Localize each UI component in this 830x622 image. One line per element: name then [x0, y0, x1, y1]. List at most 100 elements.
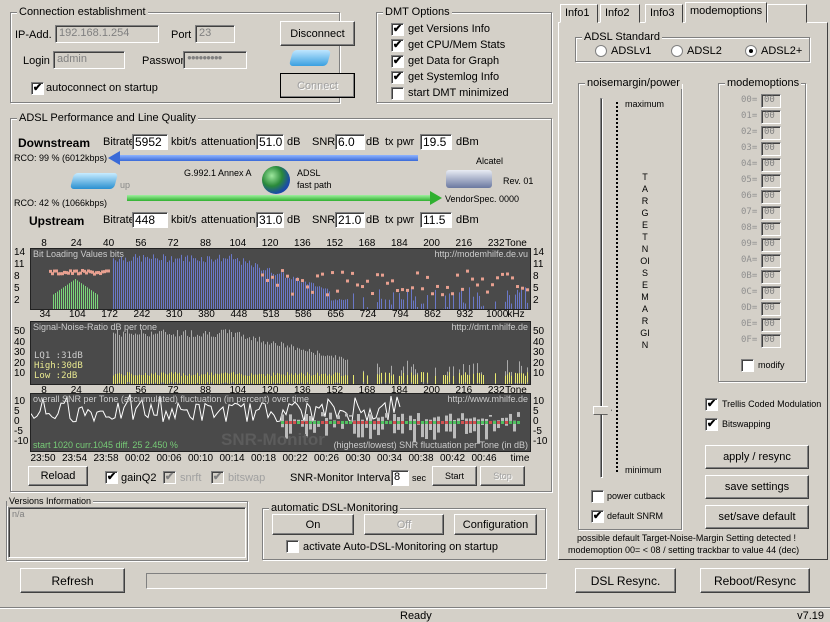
stop-button[interactable]: Stop [480, 466, 525, 486]
trellis-checkbox[interactable]: ✔ [705, 398, 718, 411]
ip-input[interactable]: 192.168.1.254 [55, 25, 159, 43]
adsl-standard-radio[interactable] [671, 45, 683, 57]
disconnect-button[interactable]: Disconnect [280, 21, 355, 46]
snr-low-bar [307, 372, 308, 383]
gainq2-checkbox[interactable]: ✔ [105, 471, 118, 484]
dmt-option-checkbox[interactable]: ✔ [391, 39, 404, 52]
autoconnect-checkbox[interactable]: ✔ [31, 82, 44, 95]
bit-bar-downstream [525, 287, 526, 348]
modemoption-label: 02= [741, 127, 758, 137]
modemoption-input[interactable]: 00 [761, 174, 781, 188]
bit-bar-upstream [65, 286, 66, 346]
snr-low-bar [283, 374, 284, 385]
modemoption-input[interactable]: 00 [761, 110, 781, 124]
snr-low-bar [337, 372, 338, 383]
bit-bar-downstream [229, 255, 230, 316]
default-snrm-checkbox[interactable]: ✔ [591, 510, 604, 523]
modemoption-input[interactable]: 00 [761, 318, 781, 332]
bit-bar-downstream [153, 254, 154, 315]
versions-textarea[interactable]: n/a [8, 507, 246, 558]
bit-marker [79, 271, 82, 275]
modemoption-input[interactable]: 00 [761, 286, 781, 300]
bit-bar-downstream [363, 297, 364, 358]
modemoption-label: 06= [741, 191, 758, 201]
dmt-option-checkbox[interactable]: ✔ [391, 23, 404, 36]
fluct-mark [353, 421, 356, 424]
downstream-bitrate: 5952 [132, 134, 168, 150]
interval-input[interactable]: 8 [391, 470, 409, 486]
tab-modemoptions[interactable]: modemoptions [685, 2, 767, 23]
dmt-option-checkbox[interactable]: ✔ [391, 71, 404, 84]
bit-marker [401, 288, 404, 292]
snr-low-bar [165, 373, 166, 384]
modemoption-input[interactable]: 00 [761, 126, 781, 140]
save-settings-button[interactable]: save settings [705, 475, 809, 499]
monitoring-on-button[interactable]: On [272, 514, 354, 535]
monitor-watermark: SNR-Monitor [221, 430, 325, 449]
modemoption-input[interactable]: 00 [761, 302, 781, 316]
reboot-resync-button[interactable]: Reboot/Resync [700, 568, 810, 593]
bit-marker [271, 275, 274, 279]
reload-button[interactable]: Reload [28, 466, 88, 486]
fluct-mark [321, 421, 324, 424]
apply-resync-button[interactable]: apply / resync [705, 445, 809, 469]
modemoption-input[interactable]: 00 [761, 222, 781, 236]
snr-low-bar [515, 372, 516, 383]
dsl-resync-button[interactable]: DSL Resync. [575, 568, 676, 593]
port-input[interactable]: 23 [195, 25, 235, 43]
refresh-button[interactable]: Refresh [20, 568, 125, 593]
snr-low-bar [157, 374, 158, 385]
power-cutback-checkbox[interactable] [591, 490, 604, 503]
auto-monitoring-checkbox[interactable] [286, 540, 299, 553]
snr-low-bar [115, 373, 116, 384]
connect-button[interactable]: Connect [280, 73, 355, 98]
snr-low-bar [221, 373, 222, 384]
snr-low-bar [477, 373, 478, 384]
bitswapping-checkbox[interactable]: ✔ [705, 418, 718, 431]
adsl-standard-radio[interactable] [745, 45, 757, 57]
adsl-standard-radio[interactable] [595, 45, 607, 57]
modemoption-input[interactable]: 00 [761, 142, 781, 156]
y-tick-left: 20 [14, 357, 26, 369]
bit-marker [451, 292, 454, 296]
dmt-option-checkbox[interactable]: ✔ [391, 55, 404, 68]
fluct-mark [449, 421, 452, 424]
modemoption-input[interactable]: 00 [761, 254, 781, 268]
low-label: Low :2dB [34, 371, 78, 381]
modemoption-input[interactable]: 00 [761, 206, 781, 220]
configuration-button[interactable]: Configuration [454, 514, 537, 535]
snr-low-bar [159, 375, 160, 386]
y-tick-right: 2 [533, 295, 539, 306]
bit-marker [396, 289, 399, 293]
tab-Info3[interactable]: Info3 [645, 4, 683, 23]
modemoption-input[interactable]: 00 [761, 238, 781, 252]
modemoption-input[interactable]: 00 [761, 270, 781, 284]
bit-marker [516, 285, 519, 289]
modemoption-input[interactable]: 00 [761, 190, 781, 204]
bitswap-checkbox[interactable]: ✔ [211, 471, 224, 484]
modify-checkbox[interactable] [741, 359, 754, 372]
snr-low-bar [259, 373, 260, 384]
modemoption-input[interactable]: 00 [761, 94, 781, 108]
dmt-option-checkbox[interactable] [391, 87, 404, 100]
set-save-default-button[interactable]: set/save default [705, 505, 809, 529]
start-button[interactable]: Start [432, 466, 477, 486]
snrft-checkbox[interactable]: ✔ [163, 471, 176, 484]
monitoring-off-button[interactable]: Off [364, 514, 444, 535]
tab-blank[interactable] [767, 4, 807, 23]
snr-low-bar [253, 374, 254, 385]
bit-marker [486, 290, 489, 294]
tab-Info1[interactable]: Info1 [560, 4, 598, 23]
snr-low-bar [415, 374, 416, 385]
bit-marker [107, 269, 110, 273]
noisemargin-slider-track[interactable] [600, 98, 603, 478]
downstream-bitrate-unit: kbit/s [171, 136, 197, 148]
login-input[interactable]: admin [53, 51, 125, 69]
modemoption-label: 0F= [741, 335, 758, 345]
modemoption-input[interactable]: 00 [761, 158, 781, 172]
bit-loading-graph: Bit Loading Values bits http://modemhilf… [30, 248, 559, 369]
modemoption-input[interactable]: 00 [761, 334, 781, 348]
snr-low-bar [345, 374, 346, 385]
password-input[interactable]: ●●●●●●●●● [183, 51, 247, 69]
tab-Info2[interactable]: Info2 [600, 4, 640, 23]
